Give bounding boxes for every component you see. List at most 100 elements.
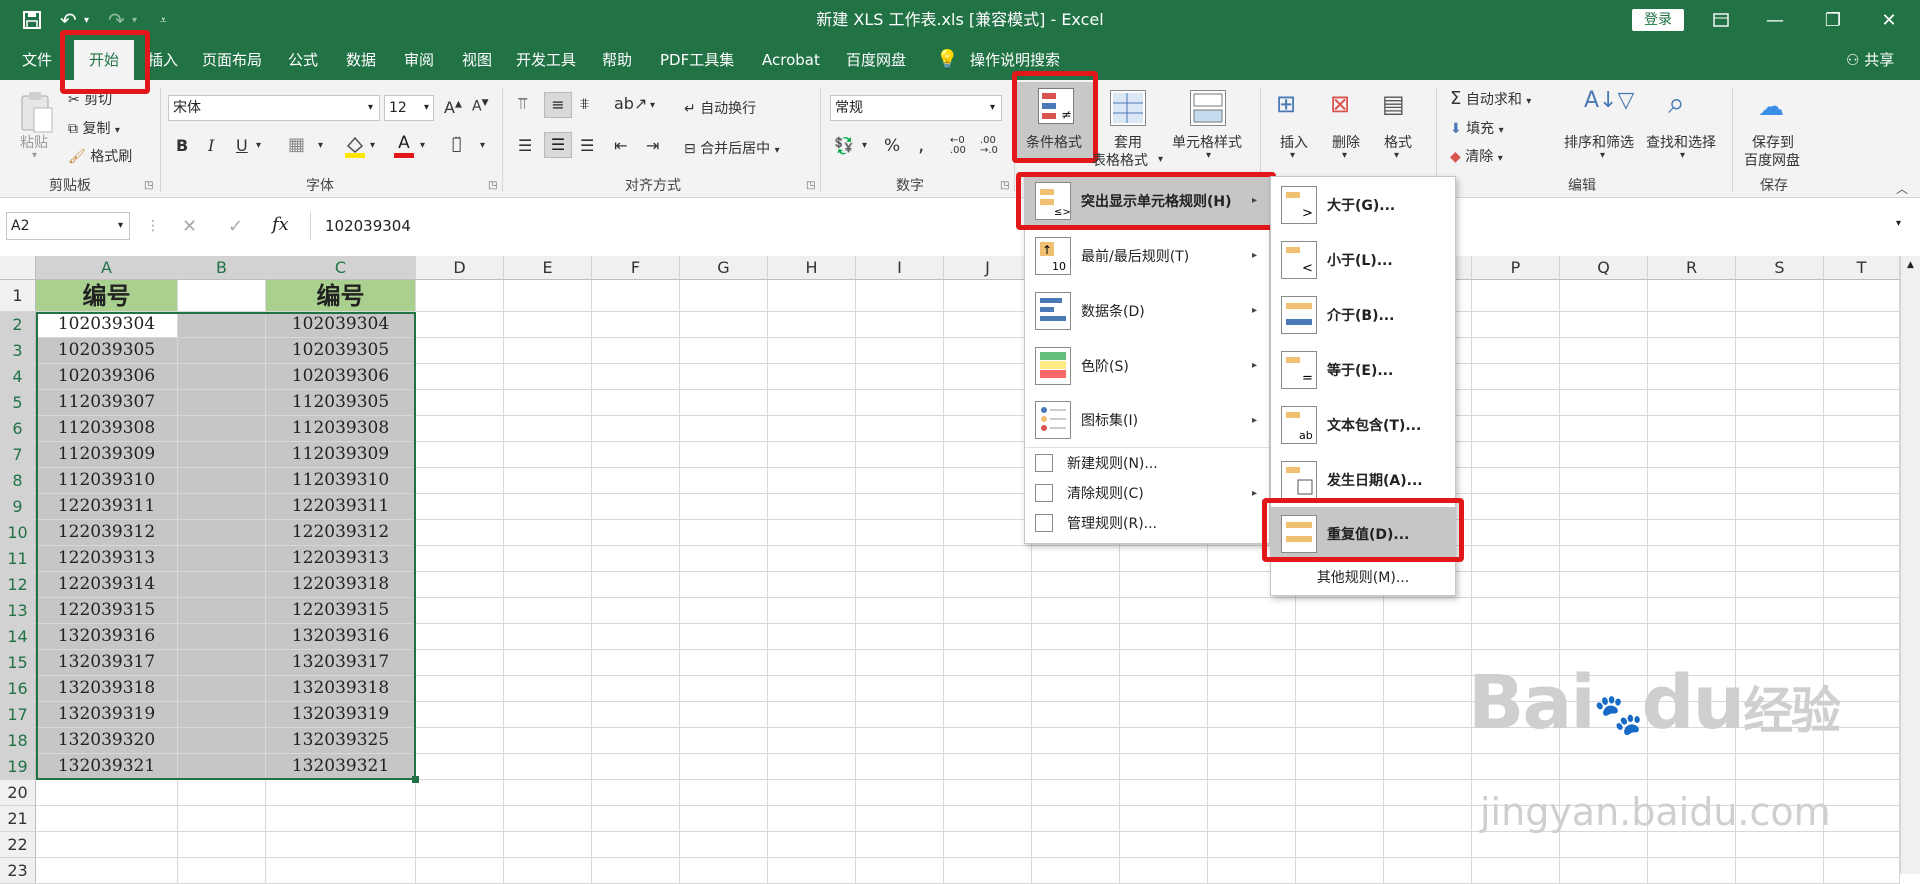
cell-g4[interactable]: [680, 364, 768, 390]
cell-g1[interactable]: [680, 280, 768, 312]
cell-f23[interactable]: [592, 858, 680, 884]
name-box[interactable]: A2 ▾: [6, 212, 130, 240]
cell-g5[interactable]: [680, 390, 768, 416]
cell-j10[interactable]: [944, 520, 1032, 546]
cell-r7[interactable]: [1648, 442, 1736, 468]
cell-i11[interactable]: [856, 546, 944, 572]
cell-r9[interactable]: [1648, 494, 1736, 520]
cell-q14[interactable]: [1560, 624, 1648, 650]
cell-o21[interactable]: [1384, 806, 1472, 832]
row-header[interactable]: 5: [0, 390, 36, 416]
cell-f16[interactable]: [592, 676, 680, 702]
cell-g7[interactable]: [680, 442, 768, 468]
row-header[interactable]: 13: [0, 598, 36, 624]
cell-h22[interactable]: [768, 832, 856, 858]
cell-i20[interactable]: [856, 780, 944, 806]
cell-i22[interactable]: [856, 832, 944, 858]
cell-f18[interactable]: [592, 728, 680, 754]
font-name-select[interactable]: 宋体 ▾: [168, 95, 380, 121]
cell-p3[interactable]: [1472, 338, 1560, 364]
phonetic-icon[interactable]: 文̈: [452, 134, 462, 153]
cell-c12[interactable]: 122039318: [266, 572, 416, 598]
cell-h16[interactable]: [768, 676, 856, 702]
tab-formulas[interactable]: 公式: [278, 40, 328, 80]
row-header[interactable]: 4: [0, 364, 36, 390]
cell-g23[interactable]: [680, 858, 768, 884]
cell-m17[interactable]: [1208, 702, 1296, 728]
cell-e15[interactable]: [504, 650, 592, 676]
cell-d17[interactable]: [416, 702, 504, 728]
cell-g14[interactable]: [680, 624, 768, 650]
shrink-font-button[interactable]: A▼: [472, 98, 489, 115]
cell-l13[interactable]: [1120, 598, 1208, 624]
cancel-icon[interactable]: ✕: [182, 216, 197, 237]
submenu-more-rules[interactable]: 其他规则(M)...: [1271, 562, 1455, 592]
menu-clear-rules[interactable]: 清除规则(C) ▸: [1025, 478, 1269, 508]
cell-r19[interactable]: [1648, 754, 1736, 780]
cell-a5[interactable]: 112039307: [36, 390, 178, 416]
cell-c14[interactable]: 132039316: [266, 624, 416, 650]
cell-s3[interactable]: [1736, 338, 1824, 364]
paste-icon[interactable]: [18, 90, 54, 134]
cell-r11[interactable]: [1648, 546, 1736, 572]
cell-t6[interactable]: [1824, 416, 1900, 442]
cell-e17[interactable]: [504, 702, 592, 728]
row-header[interactable]: 8: [0, 468, 36, 494]
close-icon[interactable]: ✕: [1866, 0, 1912, 40]
font-color-dropdown-icon[interactable]: ▾: [420, 140, 425, 151]
align-center-icon[interactable]: ☰: [544, 132, 572, 158]
cell-c11[interactable]: 122039313: [266, 546, 416, 572]
cell-t4[interactable]: [1824, 364, 1900, 390]
cell-h9[interactable]: [768, 494, 856, 520]
borders-dropdown-icon[interactable]: ▾: [318, 140, 323, 151]
cell-l11[interactable]: [1120, 546, 1208, 572]
cell-o18[interactable]: [1384, 728, 1472, 754]
cell-d7[interactable]: [416, 442, 504, 468]
row-header[interactable]: 7: [0, 442, 36, 468]
cell-i12[interactable]: [856, 572, 944, 598]
format-as-table-icon[interactable]: [1110, 90, 1146, 126]
cell-o23[interactable]: [1384, 858, 1472, 884]
row-header[interactable]: 2: [0, 312, 36, 338]
cell-o20[interactable]: [1384, 780, 1472, 806]
cell-k22[interactable]: [1032, 832, 1120, 858]
cell-p2[interactable]: [1472, 312, 1560, 338]
cell-m13[interactable]: [1208, 598, 1296, 624]
cell-c3[interactable]: 102039305: [266, 338, 416, 364]
cell-p10[interactable]: [1472, 520, 1560, 546]
share-button[interactable]: ⚇ 共享: [1836, 40, 1904, 80]
cell-b19[interactable]: [178, 754, 266, 780]
clear-button[interactable]: ◆ 清除 ▾: [1450, 146, 1503, 166]
insert-dropdown-icon[interactable]: ▾: [1290, 150, 1295, 161]
cell-n22[interactable]: [1296, 832, 1384, 858]
cell-b16[interactable]: [178, 676, 266, 702]
format-dropdown-icon[interactable]: ▾: [1394, 150, 1399, 161]
wrap-text-button[interactable]: ↵ 自动换行: [684, 98, 756, 118]
cell-t19[interactable]: [1824, 754, 1900, 780]
bold-button[interactable]: B: [176, 136, 188, 155]
cell-a4[interactable]: 102039306: [36, 364, 178, 390]
cell-j8[interactable]: [944, 468, 1032, 494]
cell-a19[interactable]: 132039321: [36, 754, 178, 780]
cell-a3[interactable]: 102039305: [36, 338, 178, 364]
cell-q3[interactable]: [1560, 338, 1648, 364]
cell-c2[interactable]: 102039304: [266, 312, 416, 338]
cell-t8[interactable]: [1824, 468, 1900, 494]
cell-o14[interactable]: [1384, 624, 1472, 650]
cell-r12[interactable]: [1648, 572, 1736, 598]
row-header[interactable]: 14: [0, 624, 36, 650]
column-header-a[interactable]: A: [36, 256, 178, 280]
align-bottom-icon[interactable]: ⩨: [580, 94, 589, 114]
row-header[interactable]: 9: [0, 494, 36, 520]
cell-e20[interactable]: [504, 780, 592, 806]
cell-e23[interactable]: [504, 858, 592, 884]
cell-h20[interactable]: [768, 780, 856, 806]
paste-dropdown-icon[interactable]: ▾: [32, 150, 37, 161]
ribbon-display-icon[interactable]: [1698, 0, 1744, 40]
cell-i6[interactable]: [856, 416, 944, 442]
currency-icon[interactable]: 💱: [834, 136, 854, 155]
cell-f20[interactable]: [592, 780, 680, 806]
cell-n16[interactable]: [1296, 676, 1384, 702]
cell-a17[interactable]: 132039319: [36, 702, 178, 728]
cell-q9[interactable]: [1560, 494, 1648, 520]
